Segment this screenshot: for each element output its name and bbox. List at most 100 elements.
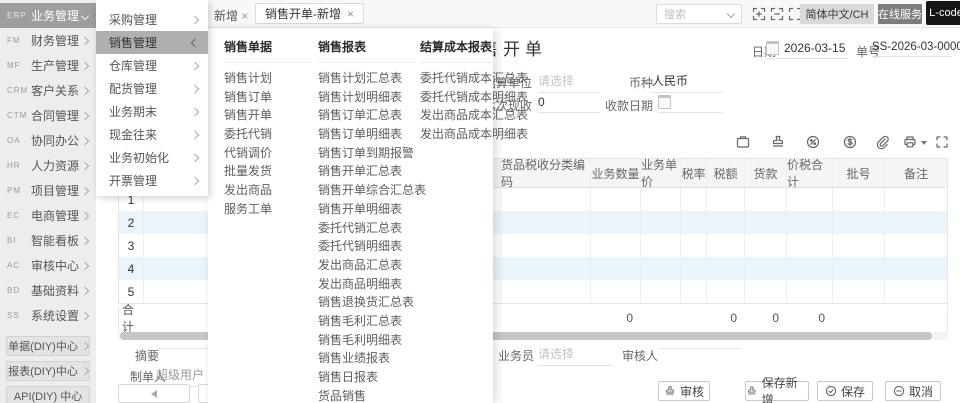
batch-header[interactable]: 批号 [833,159,885,187]
cell[interactable] [833,257,885,280]
cell[interactable] [681,234,707,257]
menu-item[interactable]: 销售毛利汇总表 [318,312,416,331]
salesman-field[interactable]: 请选择 [538,345,612,366]
cell[interactable] [885,257,947,280]
cell[interactable] [885,188,947,211]
cell[interactable] [885,211,947,234]
cell[interactable] [641,234,681,257]
stamp-icon[interactable] [770,134,786,150]
menu-item[interactable]: 销售订单汇总表 [318,106,416,125]
diy-docs-button[interactable]: 单据(DIY)中心 [6,336,90,356]
sidebar-item-hr[interactable]: HR 人力资源 [0,153,96,178]
menu-item-cash-flow[interactable]: 现金往来 [96,123,208,146]
cell[interactable] [745,234,787,257]
cell[interactable] [787,188,833,211]
cell[interactable] [745,188,787,211]
cell[interactable] [787,280,833,303]
menu-item[interactable]: 委托代销成本明细表 [420,88,528,107]
menu-item[interactable]: 发出商品 [224,181,310,200]
sidebar-item-base-data[interactable]: BD 基础资料 [0,278,96,303]
menu-item[interactable]: 委托代销汇总表 [318,219,416,238]
menu-item[interactable]: 销售订单到期报警 [318,144,416,163]
menu-item[interactable]: 发出商品明细表 [318,275,416,294]
menu-item-init[interactable]: 业务初始化 [96,146,208,169]
menu-item-period-end[interactable]: 业务期末 [96,100,208,123]
menu-item[interactable]: 销售业绩报表 [318,349,416,368]
sidebar-item-project[interactable]: PM 项目管理 [0,178,96,203]
zoom-out-icon[interactable] [770,7,784,21]
sidebar-item-settings[interactable]: SS 系统设置 [0,303,96,328]
cell[interactable] [885,234,947,257]
cell[interactable] [833,234,885,257]
search-input[interactable]: 搜索 [656,4,742,24]
menu-item-invoicing[interactable]: 开票管理 [96,169,208,192]
menu-item[interactable]: 批量发货 [224,162,310,181]
menu-item[interactable]: 发出商品成本明细表 [420,125,528,144]
sidebar-item-crm[interactable]: CRM 客户关系 [0,78,96,103]
cell[interactable] [787,211,833,234]
cell[interactable] [745,257,787,280]
save-and-new-button[interactable]: 保存新增 [745,376,809,403]
diy-api-button[interactable]: API(DIY) 中心 [6,386,90,403]
cell[interactable] [501,280,591,303]
discount-icon[interactable] [805,134,821,150]
cell[interactable] [787,257,833,280]
cell[interactable] [681,280,707,303]
cell[interactable] [591,211,641,234]
zoom-in-icon[interactable] [752,7,766,21]
menu-item[interactable]: 销售开单综合汇总表 [318,181,426,200]
total-header[interactable]: 价税合计 [787,158,833,189]
cell[interactable] [501,211,591,234]
menu-item[interactable]: 发出商品汇总表 [318,256,416,275]
amount-header[interactable]: 货款 [745,159,787,187]
cell[interactable] [591,257,641,280]
diy-reports-button[interactable]: 报表(DIY)中心 [6,361,90,381]
cell[interactable] [681,211,707,234]
cell[interactable] [641,211,681,234]
cell[interactable] [833,211,885,234]
currency-field[interactable]: 人民币 [652,72,722,93]
cash-field[interactable]: 0 [538,95,600,113]
cell[interactable] [641,188,681,211]
menu-item[interactable]: 发出商品成本汇总表 [420,106,528,125]
cell[interactable] [641,257,681,280]
paperclip-icon[interactable] [874,134,890,150]
cell[interactable] [591,234,641,257]
sidebar-item-ecommerce[interactable]: EC 电商管理 [0,203,96,228]
cell[interactable] [591,280,641,303]
online-service-button[interactable]: 在线服务 [878,4,922,24]
menu-item-distribution[interactable]: 配货管理 [96,77,208,100]
note-header[interactable]: 备注 [885,159,947,187]
menu-item[interactable]: 委托代销明细表 [318,237,416,256]
sidebar-item-bi[interactable]: BI 智能看板 [0,228,96,253]
menu-item[interactable]: 销售计划汇总表 [318,69,416,88]
tax-rate-header[interactable]: 税率 [681,159,707,187]
sidebar-item-contract[interactable]: CTM 合同管理 [0,103,96,128]
cell[interactable] [833,280,885,303]
money-icon[interactable] [842,134,858,150]
cell[interactable] [641,280,681,303]
cell[interactable] [707,234,745,257]
printer-icon[interactable] [902,134,918,150]
menu-item[interactable]: 委托代销成本汇总表 [420,69,528,88]
cell[interactable] [707,280,745,303]
menu-item-sales[interactable]: 销售管理 [96,31,208,54]
menu-item[interactable]: 委托代销 [224,125,310,144]
sidebar-item-manufacture[interactable]: MF 生产管理 [0,53,96,78]
menu-item[interactable]: 代销调价 [224,144,310,163]
language-button[interactable]: 简体中文/CH [800,4,874,24]
qty-header[interactable]: 业务数量 [591,159,641,187]
doc-no-field[interactable]: SS-2026-03-00001 [872,41,960,57]
cell[interactable] [681,257,707,280]
sidebar-item-oa[interactable]: OA 协同办公 [0,128,96,153]
cell[interactable] [707,211,745,234]
menu-item[interactable]: 服务工单 [224,200,310,219]
menu-item[interactable]: 销售开单 [224,106,310,125]
lcode-button[interactable]: L-code [926,1,960,25]
menu-item-purchase[interactable]: 采购管理 [96,8,208,31]
tab-sales-order-new[interactable]: 销售开单-新增 × [255,3,365,24]
tab-close-icon[interactable]: × [241,9,248,23]
sidebar-item-finance[interactable]: FM 财务管理 [0,28,96,53]
cell[interactable] [501,257,591,280]
cell[interactable] [833,188,885,211]
